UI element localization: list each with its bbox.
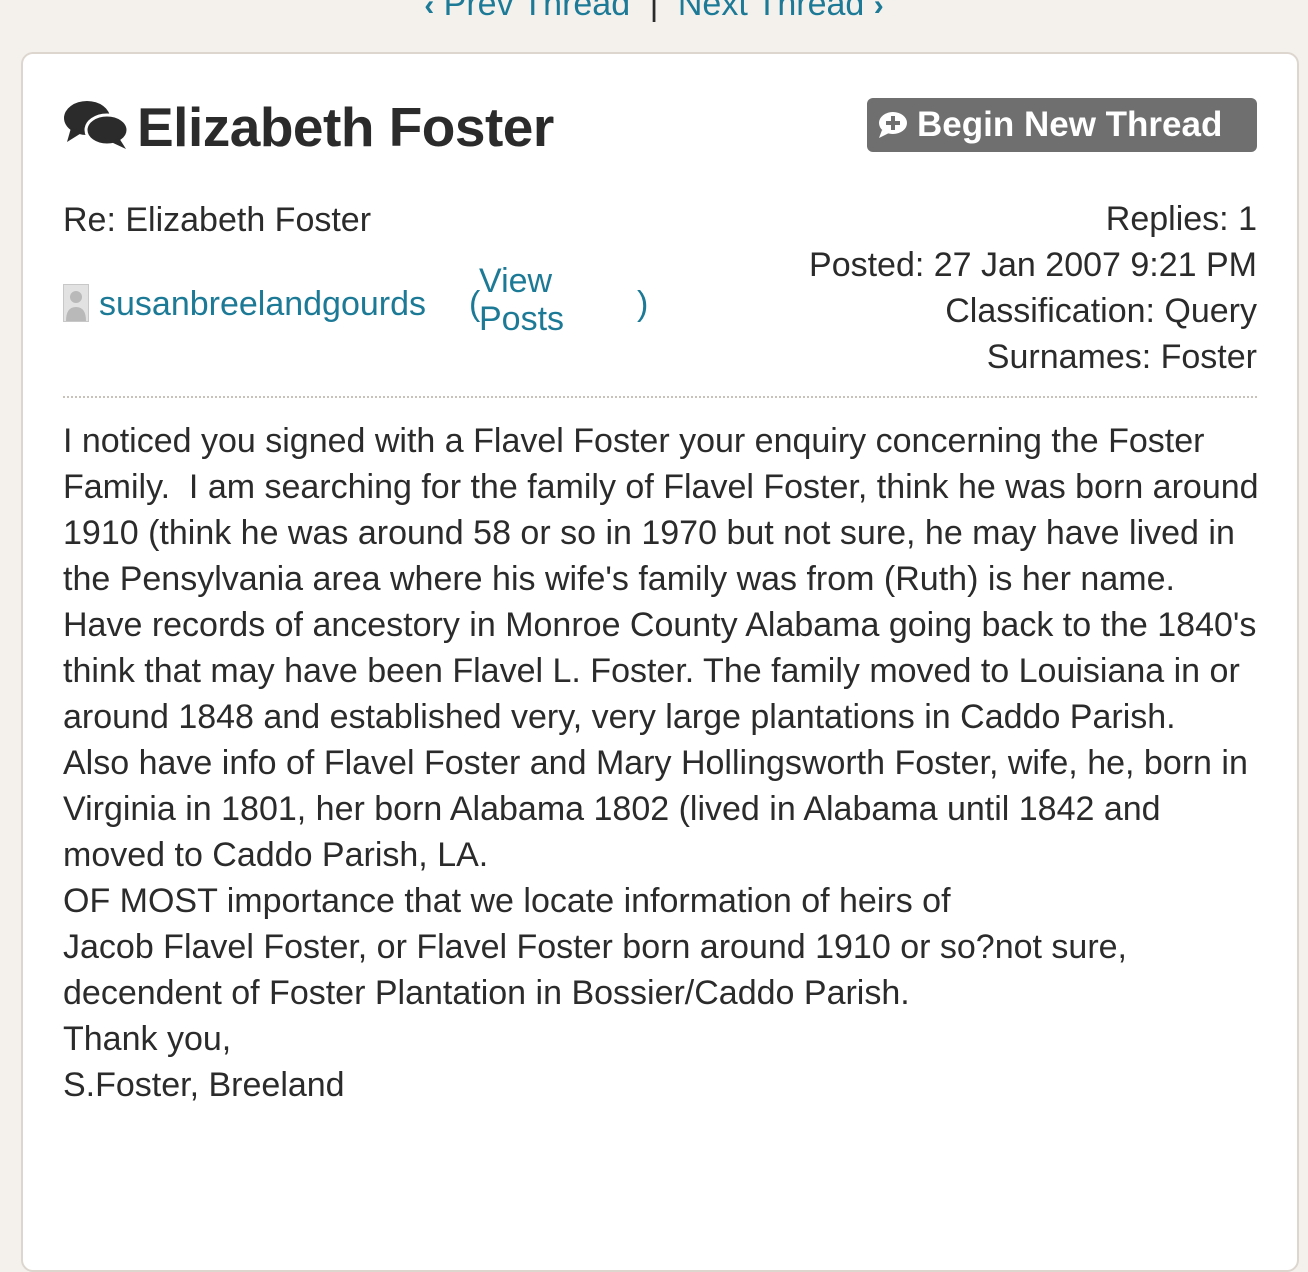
view-posts-link[interactable]: View Posts xyxy=(479,262,599,338)
post-meta: Replies: 1 Posted: 27 Jan 2007 9:21 PM C… xyxy=(809,196,1257,380)
classification: Classification: Query xyxy=(945,292,1257,330)
next-thread-link[interactable]: Next Thread › xyxy=(678,0,884,23)
replies-count: Replies: 1 xyxy=(1105,200,1257,238)
next-thread-label: Next Thread xyxy=(677,0,865,23)
post-subject: Re: Elizabeth Foster xyxy=(63,201,372,239)
begin-new-thread-label: Begin New Thread xyxy=(917,105,1223,144)
begin-new-thread-button[interactable]: Begin New Thread xyxy=(867,98,1257,152)
post-author: susanbreelandgourds ( View Posts ) xyxy=(63,262,703,342)
thread-header: Elizabeth Foster Begin New Thread xyxy=(63,92,1257,162)
body-paragraph: S.Foster, Breeland xyxy=(63,1066,345,1104)
author-link[interactable]: susanbreelandgourds xyxy=(99,282,426,326)
chevron-left-icon: ‹ xyxy=(424,0,435,22)
body-paragraph: I noticed you signed with a Flavel Foste… xyxy=(63,422,1268,598)
divider xyxy=(63,396,1257,398)
body-paragraph: Thank you, xyxy=(63,1020,232,1058)
chat-bubbles-icon xyxy=(64,101,129,149)
post-body: I noticed you signed with a Flavel Foste… xyxy=(63,418,1263,1108)
body-paragraph: Have records of ancestory in Monroe Coun… xyxy=(63,606,1266,736)
thread-navigation: ‹ Prev Thread | Next Thread › xyxy=(0,0,1308,26)
avatar xyxy=(63,284,89,322)
body-paragraph: Also have info of Flavel Foster and Mary… xyxy=(63,744,1258,874)
prev-thread-label: Prev Thread xyxy=(443,0,631,23)
nav-separator: | xyxy=(649,0,659,23)
body-paragraph: Jacob Flavel Foster, or Flavel Foster bo… xyxy=(63,928,1137,1012)
person-placeholder-icon xyxy=(66,291,86,321)
chat-plus-icon xyxy=(879,112,907,138)
chevron-right-icon: › xyxy=(873,0,884,22)
thread-title: Elizabeth Foster xyxy=(137,96,554,158)
thread-card: Elizabeth Foster Begin New Thread Re: El… xyxy=(21,52,1299,1272)
surnames: Surnames: Foster xyxy=(986,338,1257,376)
posted-date: Posted: 27 Jan 2007 9:21 PM xyxy=(809,246,1257,284)
body-paragraph: OF MOST importance that we locate inform… xyxy=(63,882,951,920)
prev-thread-link[interactable]: ‹ Prev Thread xyxy=(424,0,639,23)
paren-close: ) xyxy=(637,285,649,323)
